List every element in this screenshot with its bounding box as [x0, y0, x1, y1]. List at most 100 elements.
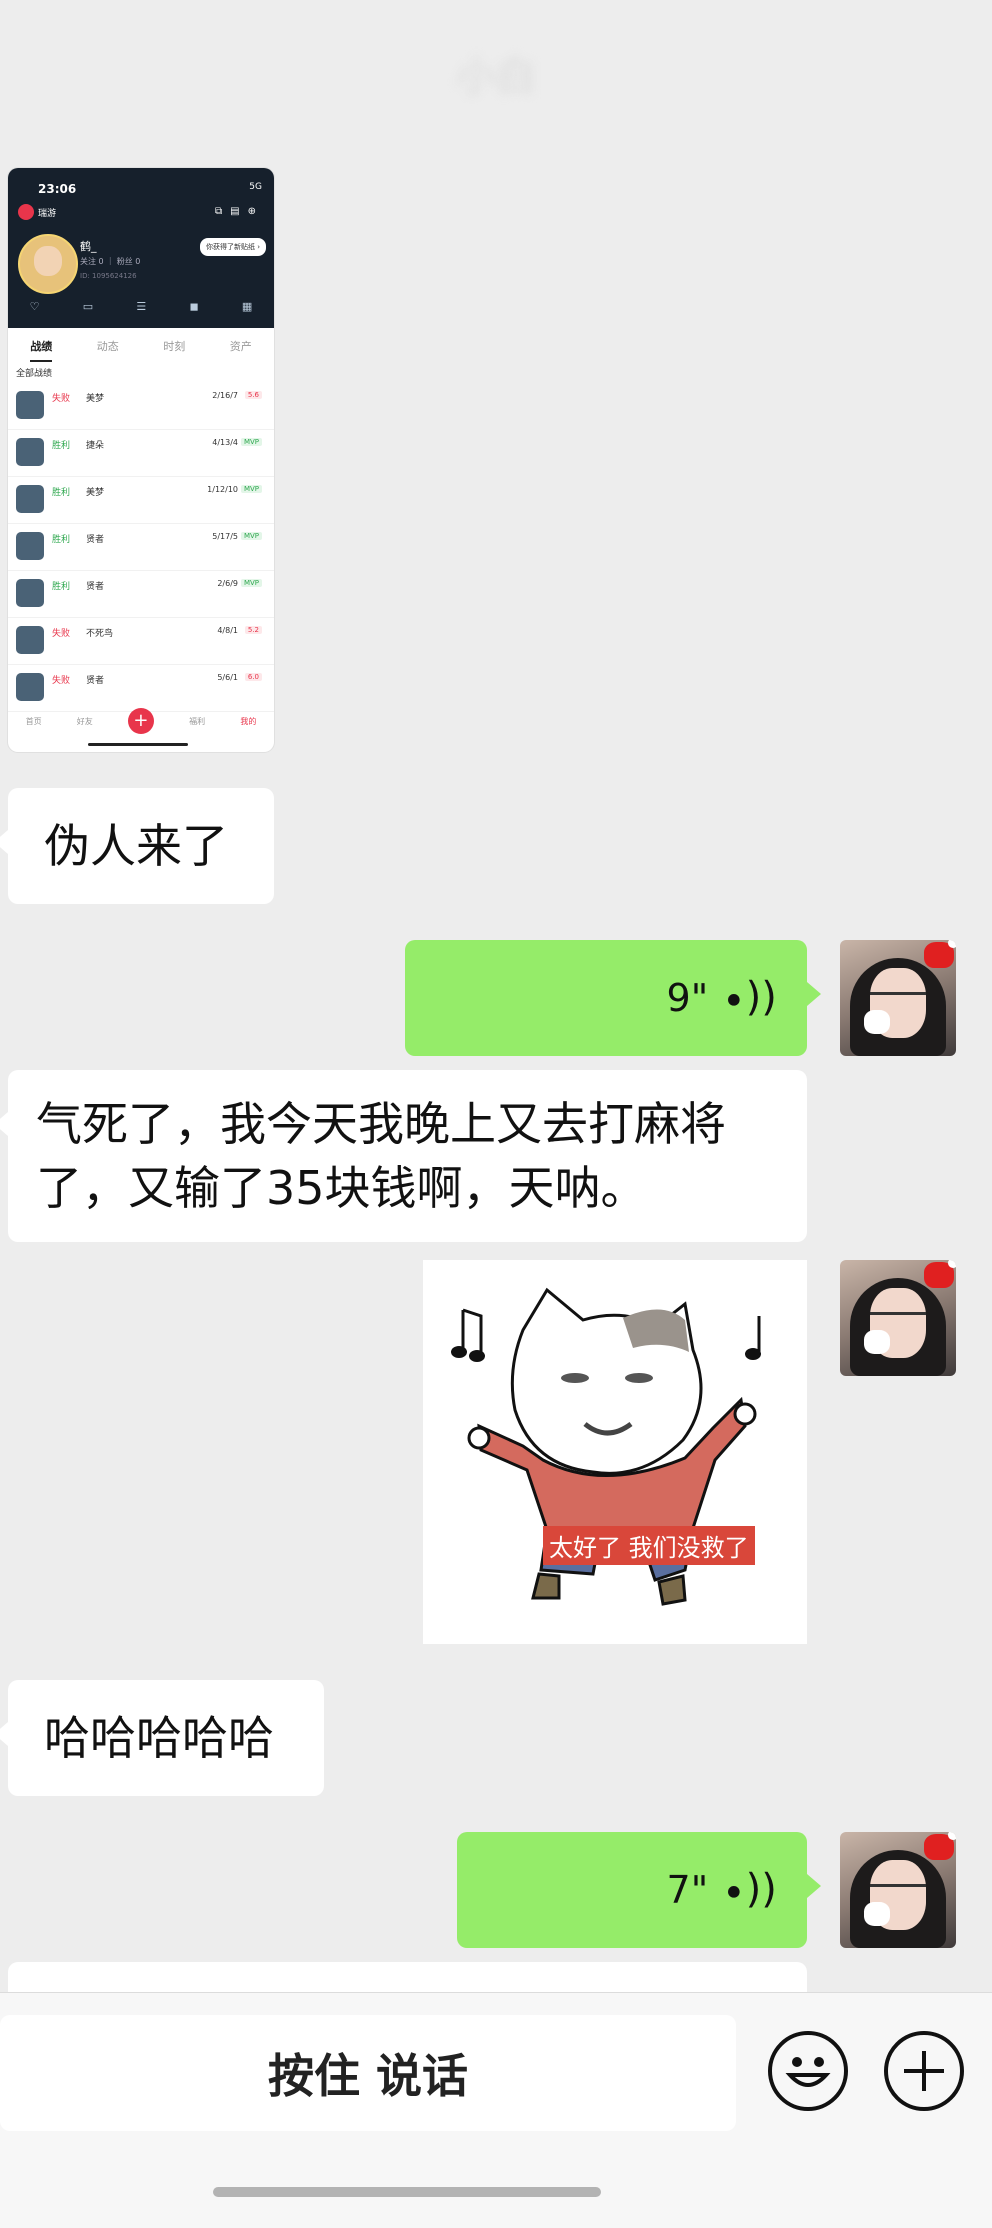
screenshot-match-row: 胜利 贤者 2/6/9 MVP: [8, 571, 274, 618]
voice-duration: 9": [666, 976, 709, 1020]
match-kda: 4/8/1: [217, 626, 238, 635]
match-hero: 美梦: [86, 488, 105, 498]
message-bubble-received[interactable]: 气死了，我今天我晚上又去打麻将 了，又输了35块钱啊，天呐。: [0, 1070, 807, 1242]
monitor-icon: ▭: [82, 300, 94, 313]
screenshot-match-row: 胜利 美梦 1/12/10 MVP: [8, 477, 274, 524]
message-text: 哈哈哈哈哈: [44, 1711, 274, 1765]
match-hero: 美梦: [86, 394, 105, 404]
screenshot-home-bar: [88, 743, 188, 746]
screenshot-top-icons: ⧉▤⊕: [215, 206, 264, 217]
hero-avatar: [16, 485, 44, 513]
list-icon: ☰: [136, 300, 147, 313]
match-result: 胜利: [52, 488, 71, 498]
hero-avatar: [16, 391, 44, 419]
my-avatar[interactable]: [840, 1832, 956, 1948]
match-kda: 5/17/5: [212, 532, 238, 541]
hero-avatar: [16, 579, 44, 607]
screenshot-nav-welfare: 福利: [189, 716, 206, 726]
match-hero: 贤者: [86, 676, 105, 686]
message-bubble-received[interactable]: 伪人来了: [0, 788, 274, 904]
screenshot-tab-moments: 时刻: [163, 340, 186, 353]
hero-avatar: [16, 626, 44, 654]
screenshot-match-row: 失败 不死鸟 4/8/1 5.2: [8, 618, 274, 665]
match-result: 失败: [52, 676, 71, 686]
voice-message-bubble[interactable]: 9" ((•: [405, 940, 821, 1056]
hero-avatar: [16, 438, 44, 466]
voice-wave-icon: ((•: [722, 1867, 777, 1913]
match-result: 胜利: [52, 535, 71, 545]
match-score: 5.6: [244, 391, 262, 399]
screenshot-nav-mine: 我的: [240, 716, 257, 726]
match-result: 失败: [52, 394, 71, 404]
screenshot-nav-home: 首页: [25, 716, 42, 726]
heart-icon: ♡: [29, 300, 40, 313]
my-avatar[interactable]: [840, 940, 956, 1056]
screenshot-section-title: 全部战绩: [16, 369, 53, 379]
voice-duration: 7": [666, 1868, 709, 1912]
smiley-icon: [785, 2057, 831, 2087]
screenshot-tip: 你获得了新贴纸 ›: [199, 238, 266, 256]
screenshot-icon-row: ♡ ▭ ☰ ◼ ▦: [8, 300, 274, 313]
screenshot-uid: ID: 1095624126: [80, 272, 137, 280]
match-hero: 捷朵: [86, 441, 105, 451]
home-indicator: [213, 2187, 601, 2197]
match-score: MVP: [240, 579, 262, 587]
shared-screenshot-image[interactable]: 23:06 5G 瑞游 ⧉▤⊕ 鹤_ 关注 0 ｜ 粉丝 0 ID: 10956…: [8, 168, 274, 752]
match-score: 5.2: [244, 626, 262, 634]
screenshot-match-list: 失败 美梦 2/16/7 5.6 胜利 捷朵 4/13/4 MVP 胜利 美梦 1/12/10 MVP…: [8, 383, 274, 712]
match-score: 6.0: [244, 673, 262, 681]
screenshot-match-row: 失败 贤者 5/6/1 6.0: [8, 665, 274, 712]
screenshot-status-time: 23:06: [38, 182, 77, 196]
hold-to-talk-button[interactable]: 按住 说话: [0, 2015, 736, 2131]
emoji-button[interactable]: [768, 2031, 848, 2111]
match-hero: 贤者: [86, 535, 105, 545]
match-score: MVP: [240, 485, 262, 493]
hero-avatar: [16, 673, 44, 701]
match-hero: 贤者: [86, 582, 105, 592]
hero-avatar: [16, 532, 44, 560]
screenshot-tab-assets: 资产: [229, 340, 252, 353]
screenshot-profile-header: 23:06 5G 瑞游 ⧉▤⊕ 鹤_ 关注 0 ｜ 粉丝 0 ID: 10956…: [8, 168, 274, 328]
voice-message-bubble[interactable]: 7" ((•: [457, 1832, 821, 1948]
screenshot-status-signal: 5G: [249, 182, 262, 192]
sticker-caption: 太好了 我们没救了: [543, 1526, 755, 1565]
match-hero: 不死鸟: [86, 629, 114, 639]
match-score: MVP: [240, 438, 262, 446]
match-score: MVP: [240, 532, 262, 540]
screenshot-tab-feed: 动态: [96, 340, 119, 353]
voice-wave-icon: ((•: [722, 975, 777, 1021]
game-icon: ◼: [189, 300, 199, 313]
screenshot-match-row: 胜利 捷朵 4/13/4 MVP: [8, 430, 274, 477]
screenshot-nav-plus: +: [127, 708, 154, 734]
screenshot-avatar: [18, 234, 78, 294]
message-text-line-1: 气死了，我今天我晚上又去打麻将: [36, 1097, 726, 1151]
plus-icon: [904, 2051, 944, 2091]
more-button[interactable]: [884, 2031, 964, 2111]
message-bubble-received[interactable]: 哈哈哈哈哈: [0, 1680, 324, 1796]
sticker-image[interactable]: 太好了 我们没救了: [423, 1260, 807, 1644]
match-kda: 5/6/1: [217, 673, 238, 682]
message-text: 伪人来了: [44, 819, 228, 873]
screenshot-tabs: 战绩 动态 时刻 资产: [8, 328, 274, 362]
match-kda: 1/12/10: [207, 485, 238, 494]
match-result: 胜利: [52, 582, 71, 592]
match-kda: 2/16/7: [212, 391, 238, 400]
screenshot-match-row: 胜利 贤者 5/17/5 MVP: [8, 524, 274, 571]
my-avatar[interactable]: [840, 1260, 956, 1376]
match-result: 胜利: [52, 441, 71, 451]
cartoon-cat-sticker: [451, 1287, 761, 1606]
grid-icon: ▦: [241, 300, 253, 313]
chat-title: 小白: [456, 54, 536, 100]
screenshot-match-row: 失败 美梦 2/16/7 5.6: [8, 383, 274, 430]
screenshot-bottom-nav: 首页 好友 + 福利 我的: [8, 708, 274, 734]
screenshot-nickname: 鹤_: [80, 240, 97, 253]
input-bar: 按住 说话: [0, 1992, 992, 2228]
screenshot-follow-stats: 关注 0 ｜ 粉丝 0: [80, 257, 141, 266]
match-kda: 2/6/9: [217, 579, 238, 588]
match-kda: 4/13/4: [212, 438, 238, 447]
app-logo-icon: [18, 204, 34, 220]
screenshot-nav-friends: 好友: [76, 716, 93, 726]
screenshot-app-name: 瑞游: [38, 209, 57, 219]
match-result: 失败: [52, 629, 71, 639]
screenshot-tab-record: 战绩: [30, 338, 53, 362]
